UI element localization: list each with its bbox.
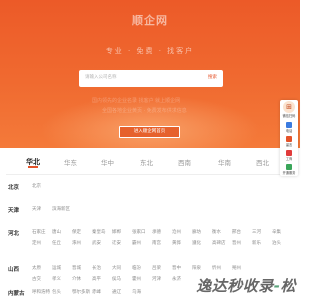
city-link[interactable]: 临汾 (132, 265, 141, 271)
province-name[interactable]: 内蒙古 (8, 289, 25, 297)
sidebar-label: 电话 (285, 129, 293, 133)
hero-slogan: 专业 · 免费 · 找客户 (105, 47, 195, 55)
enter-site-button[interactable]: 进入顺企网首页 (119, 126, 180, 138)
tab-xibei[interactable]: 西北 (256, 157, 269, 167)
city-link[interactable]: 高碑店 (212, 240, 226, 246)
floating-sidebar: ⊞ 微信扫码 电话 留言 工商 开通服务 (280, 100, 298, 176)
city-link[interactable]: 黄骅 (172, 240, 181, 246)
sidebar-top-label: 微信扫码 (282, 114, 296, 118)
city-link[interactable]: 辛集 (272, 229, 281, 235)
city-link[interactable]: 高平 (92, 276, 101, 282)
tab-huadong[interactable]: 华东 (64, 157, 77, 167)
qrcode-icon: ⊞ (283, 101, 295, 113)
city-link[interactable]: 呼和浩特 (32, 289, 50, 295)
city-link[interactable]: 朔州 (232, 265, 241, 271)
city-link[interactable]: 赤峰 (92, 289, 101, 295)
watermark-text-end: 松 (280, 277, 296, 295)
city-link[interactable]: 南宫 (152, 240, 161, 246)
city-link[interactable]: 包头 (52, 289, 61, 295)
sidebar-label: 留言 (285, 143, 293, 147)
city-link[interactable]: 晋州 (232, 240, 241, 246)
city-link[interactable]: 武安 (92, 240, 101, 246)
city-link[interactable]: 定州 (32, 240, 41, 246)
tab-huanan[interactable]: 华南 (218, 157, 231, 167)
city-link[interactable]: 秦皇岛 (92, 229, 106, 235)
city-link[interactable]: 长治 (92, 265, 101, 271)
tab-huazhong[interactable]: 华中 (101, 157, 114, 167)
city-link[interactable]: 大同 (112, 265, 121, 271)
city-link[interactable]: 迁安 (112, 240, 121, 246)
sidebar-item-business[interactable]: 工商 (280, 148, 298, 163)
search-bar[interactable]: 请输入公司名称 搜索 (79, 70, 223, 87)
city-link[interactable]: 忻州 (212, 265, 221, 271)
city-link[interactable]: 新乐 (252, 240, 261, 246)
province-name[interactable]: 河北 (8, 229, 19, 237)
active-tab-indicator (28, 166, 38, 168)
search-button[interactable]: 搜索 (208, 74, 217, 80)
city-link[interactable]: 沧州 (172, 229, 181, 235)
city-link[interactable]: 石家庄 (32, 229, 46, 235)
city-link[interactable]: 唐山 (52, 229, 61, 235)
tab-xinan[interactable]: 西南 (178, 157, 191, 167)
search-input[interactable]: 请输入公司名称 (85, 74, 117, 80)
sidebar-label: 工商 (285, 157, 293, 161)
city-link[interactable]: 古交 (32, 276, 41, 282)
city-link[interactable]: 通辽 (112, 289, 121, 295)
city-link[interactable]: 霸州 (132, 240, 141, 246)
hero-hint-2: 全国各地企业黄页 · 免费发布供求信息 (102, 108, 187, 114)
city-link[interactable]: 保定 (72, 229, 81, 235)
city-link[interactable]: 涿州 (72, 240, 81, 246)
city-link[interactable]: 衡水 (212, 229, 221, 235)
sidebar-label: 开通服务 (282, 171, 296, 175)
city-link[interactable]: 太原 (32, 265, 41, 271)
city-link[interactable]: 霍州 (132, 276, 141, 282)
site-logo[interactable]: 顺企网 (0, 12, 300, 28)
city-link[interactable]: 泊头 (272, 240, 281, 246)
city-link[interactable]: 任丘 (52, 240, 61, 246)
tab-dongbei[interactable]: 东北 (140, 157, 153, 167)
tabs-divider (6, 174, 294, 175)
city-link[interactable]: 乌海 (132, 289, 141, 295)
city-link[interactable]: 晋中 (172, 265, 181, 271)
city-link[interactable]: 承德 (152, 229, 161, 235)
sidebar-item-message[interactable]: 留言 (280, 134, 298, 149)
sidebar-item-phone[interactable]: 电话 (280, 120, 298, 135)
sidebar-item-service[interactable]: 开通服务 (280, 162, 298, 177)
city-link[interactable]: 天津 (32, 206, 41, 212)
watermark-text: 逸达秒收录 (196, 277, 274, 295)
city-link[interactable]: 永济 (172, 276, 181, 282)
city-link[interactable]: 运城 (52, 265, 61, 271)
city-link[interactable]: 邢台 (232, 229, 241, 235)
city-link[interactable]: 阳泉 (192, 265, 201, 271)
city-link[interactable]: 介休 (72, 276, 81, 282)
province-name[interactable]: 天津 (8, 206, 19, 214)
region-tabs: 华北 华东 华中 东北 西南 华南 西北 (0, 154, 300, 174)
city-link[interactable]: 北京 (32, 183, 41, 189)
hero-banner: 顺企网 专业 · 免费 · 找客户 请输入公司名称 搜索 国内领先的企业名录 找… (0, 0, 300, 148)
city-link[interactable]: 河津 (152, 276, 161, 282)
city-link[interactable]: 侯马 (112, 276, 121, 282)
city-link[interactable]: 邯郸 (112, 229, 121, 235)
city-link[interactable]: 孝义 (52, 276, 61, 282)
watermark: 逸达秒收录-松 (196, 275, 296, 296)
sidebar-wechat[interactable]: ⊞ 微信扫码 (280, 100, 298, 119)
city-link[interactable]: 吕梁 (152, 265, 161, 271)
province-name[interactable]: 北京 (8, 183, 19, 191)
city-link[interactable]: 廊坊 (192, 229, 201, 235)
city-link[interactable]: 鄂尔多斯 (72, 289, 90, 295)
city-link[interactable]: 三河 (252, 229, 261, 235)
province-name[interactable]: 山西 (8, 265, 19, 273)
city-link[interactable]: 张家口 (132, 229, 146, 235)
city-link[interactable]: 遵化 (192, 240, 201, 246)
city-link[interactable]: 晋城 (72, 265, 81, 271)
hero-hint-1: 国内领先的企业名录 找客户 就上顺企网 (92, 98, 181, 104)
city-link[interactable]: 滨海新区 (52, 206, 70, 212)
